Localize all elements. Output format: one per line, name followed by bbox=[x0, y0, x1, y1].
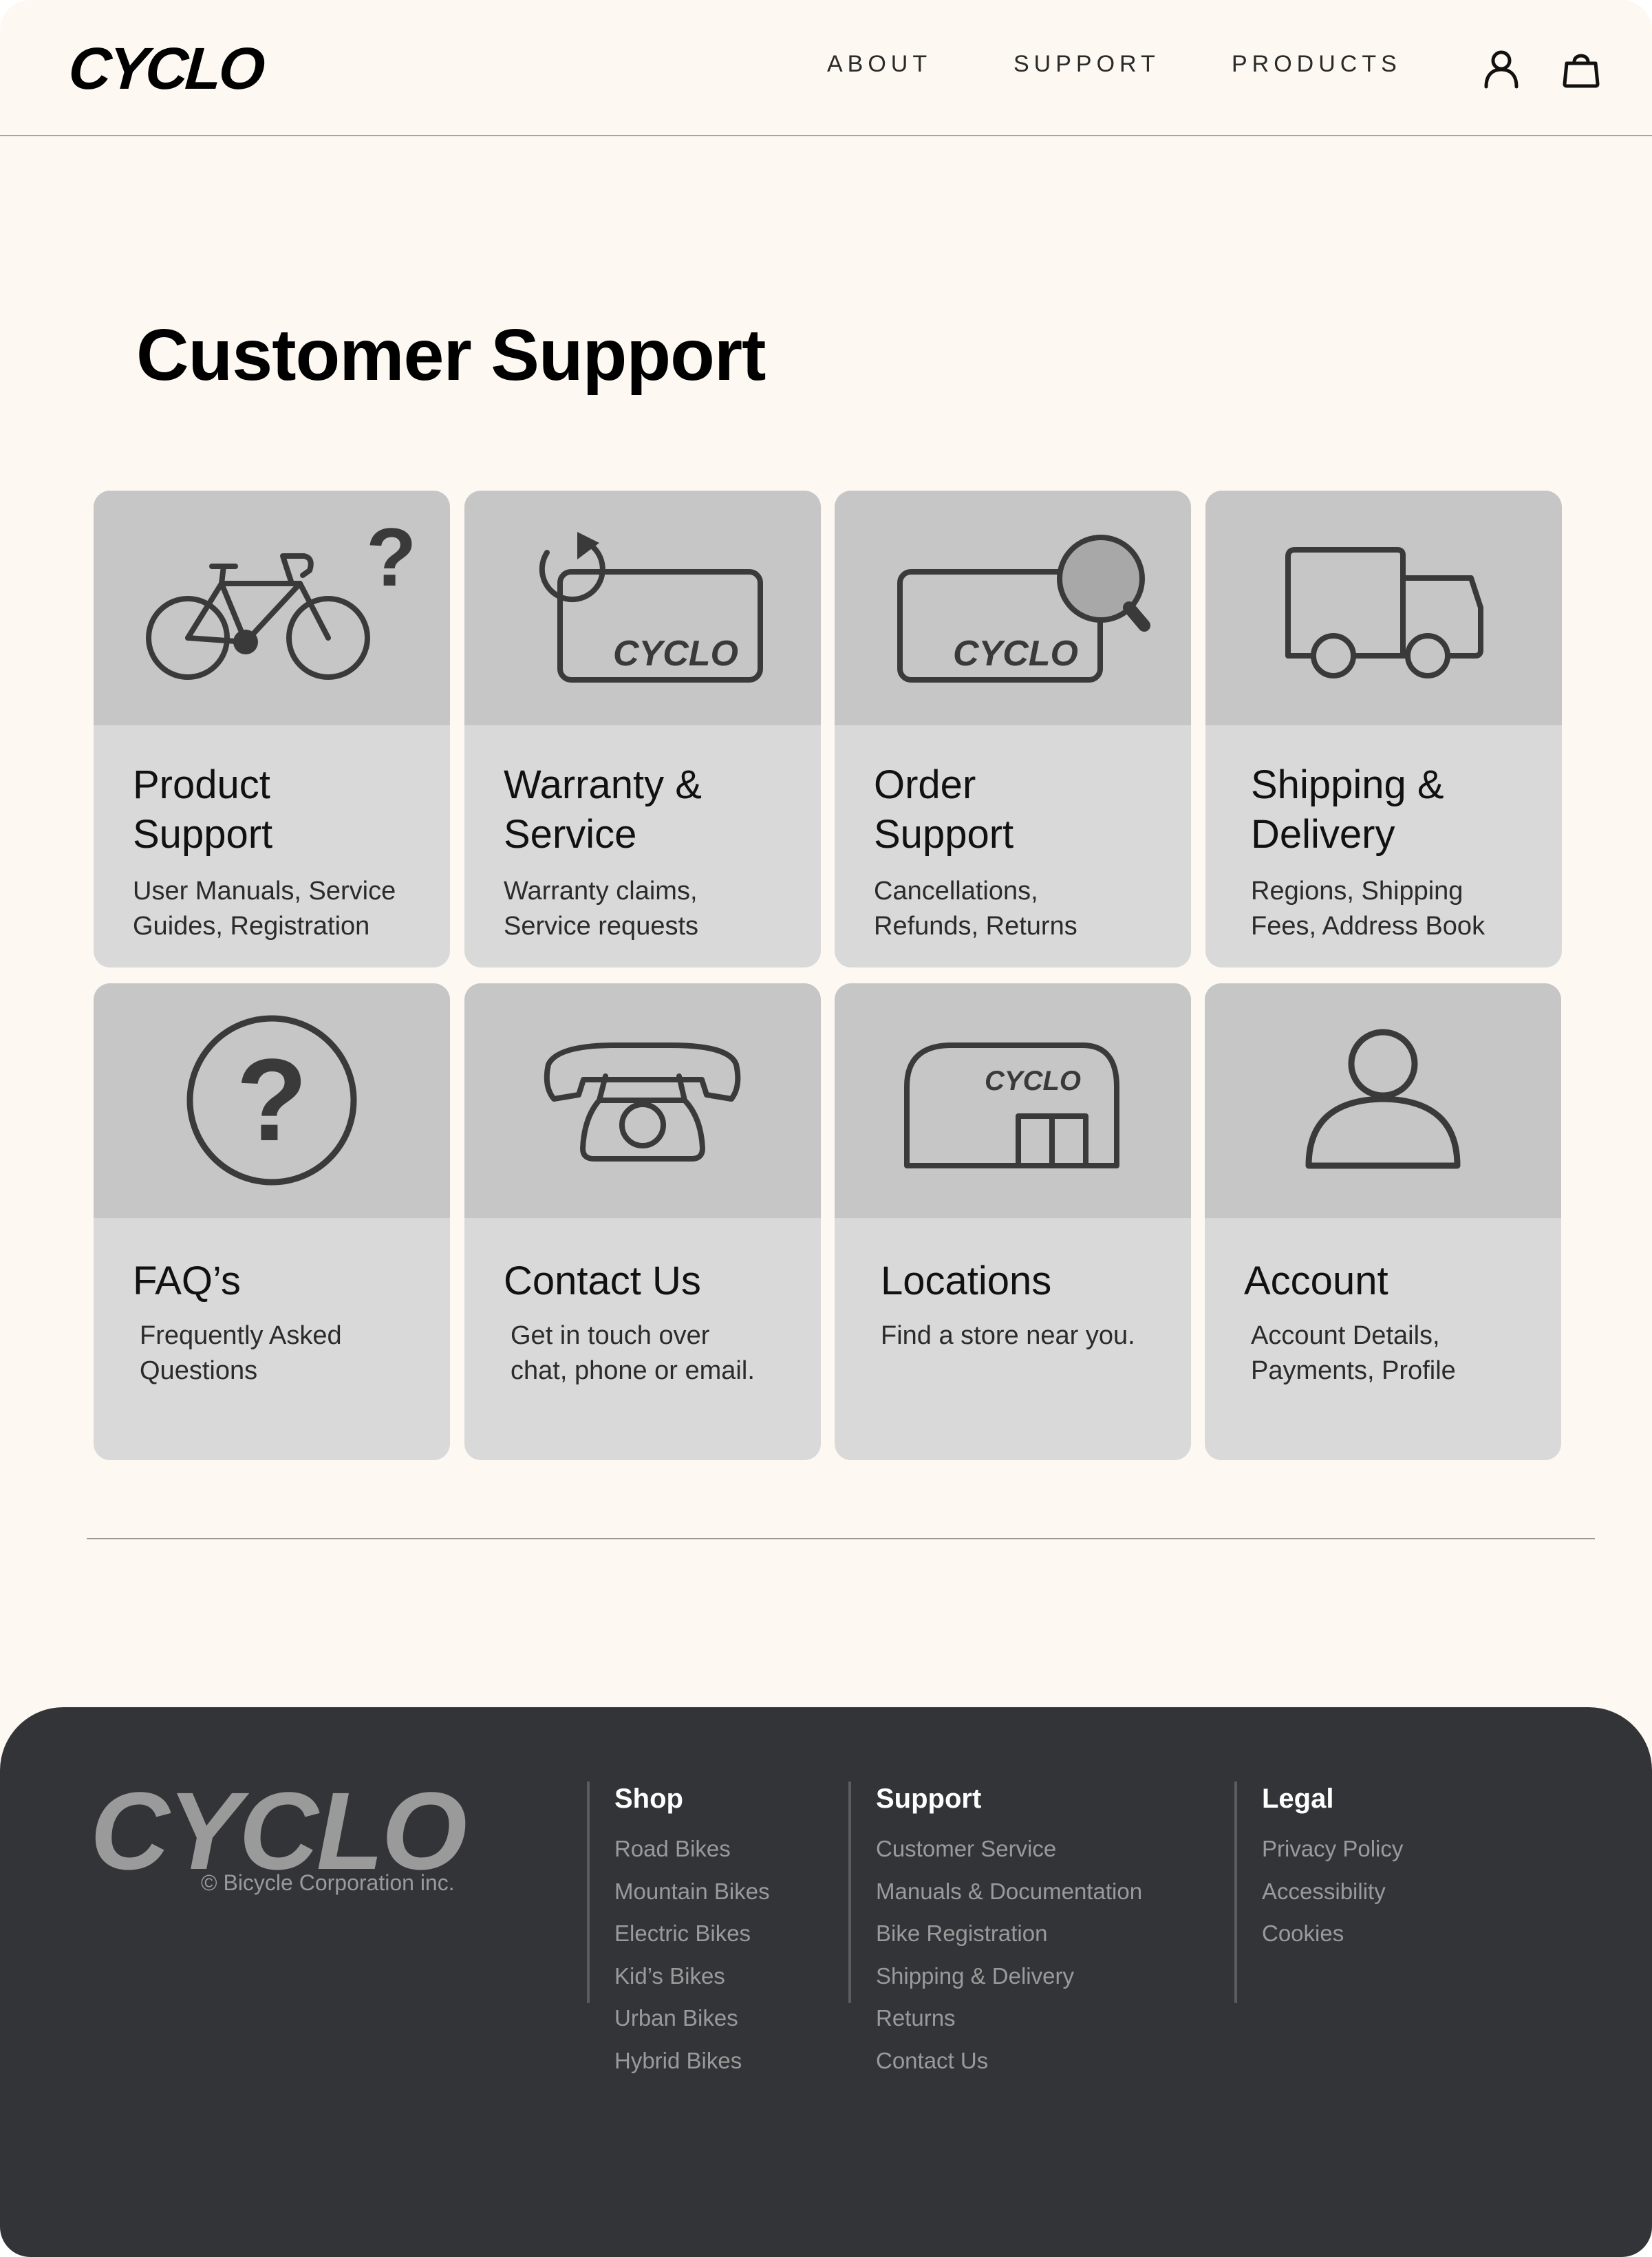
telephone-icon bbox=[544, 1042, 741, 1162]
card-order-support[interactable]: CYCLO Order Support Cancellations, Refun… bbox=[835, 491, 1191, 967]
card-title: FAQ’s bbox=[133, 1259, 241, 1303]
svg-text:?: ? bbox=[236, 1035, 308, 1166]
footer-link[interactable]: Road Bikes bbox=[614, 1836, 731, 1861]
site-footer: CYCLO © Bicycle Corporation inc. Shop Ro… bbox=[0, 1707, 1652, 2257]
shopping-bag-icon[interactable] bbox=[1560, 48, 1602, 89]
card-description: Cancellations, Refunds, Returns bbox=[874, 877, 1077, 941]
truck-icon bbox=[1285, 547, 1483, 678]
support-page: CYCLO ABOUT SUPPORT PRODUCTS Customer Su… bbox=[0, 0, 1652, 2257]
footer-link[interactable]: Cookies bbox=[1262, 1921, 1344, 1946]
footer-link[interactable]: Mountain Bikes bbox=[614, 1879, 770, 1904]
question-circle-icon: ? bbox=[186, 1015, 357, 1186]
card-title: Account bbox=[1244, 1259, 1388, 1303]
svg-text:CYCLO: CYCLO bbox=[985, 1066, 1081, 1096]
card-contact-us[interactable]: Contact Us Get in touch over chat, phone… bbox=[464, 983, 821, 1460]
footer-link[interactable]: Bike Registration bbox=[876, 1921, 1047, 1946]
nav-about[interactable]: ABOUT bbox=[827, 51, 932, 78]
footer-link[interactable]: Privacy Policy bbox=[1262, 1836, 1403, 1861]
card-title: Warranty & Service bbox=[504, 762, 702, 857]
card-account[interactable]: Account Account Details, Payments, Profi… bbox=[1205, 983, 1561, 1460]
footer-column-legal: Legal Privacy Policy Accessibility Cooki… bbox=[1234, 1782, 1403, 2003]
card-warranty-service[interactable]: CYCLO Warranty & Service Warranty claims… bbox=[464, 491, 821, 967]
card-title: Contact Us bbox=[504, 1259, 701, 1303]
card-search-icon: CYCLO bbox=[897, 535, 1150, 683]
card-description: Find a store near you. bbox=[881, 1321, 1135, 1350]
footer-copyright: © Bicycle Corporation inc. bbox=[201, 1870, 455, 1895]
footer-column-support: Support Customer Service Manuals & Docum… bbox=[848, 1782, 1142, 2073]
card-description: User Manuals, Service Guides, Registrati… bbox=[133, 877, 396, 941]
account-icon[interactable] bbox=[1481, 48, 1522, 89]
site-header: CYCLO ABOUT SUPPORT PRODUCTS bbox=[0, 0, 1652, 136]
card-shipping-delivery[interactable]: Shipping & Delivery Regions, Shipping Fe… bbox=[1205, 491, 1562, 967]
card-title: Locations bbox=[881, 1259, 1052, 1303]
svg-text:CYCLO: CYCLO bbox=[953, 634, 1078, 674]
card-description: Account Details, Payments, Profile bbox=[1251, 1321, 1456, 1385]
site-logo[interactable]: CYCLO bbox=[67, 34, 265, 103]
card-image-area: CYCLO bbox=[835, 491, 1191, 725]
footer-heading: Legal bbox=[1262, 1784, 1334, 1814]
footer-heading: Shop bbox=[614, 1784, 683, 1814]
footer-logo: CYCLO bbox=[90, 1769, 467, 1892]
footer-link[interactable]: Customer Service bbox=[876, 1836, 1056, 1861]
card-description: Get in touch over chat, phone or email. bbox=[511, 1321, 755, 1385]
footer-link[interactable]: Manuals & Documentation bbox=[876, 1879, 1142, 1904]
footer-heading: Support bbox=[876, 1784, 982, 1814]
store-icon: CYCLO bbox=[904, 1042, 1119, 1168]
card-description: Frequently Asked Questions bbox=[140, 1321, 342, 1385]
card-refresh-icon: CYCLO bbox=[539, 532, 763, 683]
section-divider bbox=[87, 1538, 1595, 1539]
footer-link[interactable]: Urban Bikes bbox=[614, 2005, 738, 2031]
footer-link[interactable]: Shipping & Delivery bbox=[876, 1963, 1074, 1989]
card-image-area bbox=[1205, 983, 1561, 1218]
svg-text:?: ? bbox=[366, 511, 416, 603]
footer-link[interactable]: Returns bbox=[876, 2005, 956, 2031]
card-title: Shipping & Delivery bbox=[1251, 762, 1444, 857]
card-image-area: ? bbox=[94, 491, 450, 725]
card-locations[interactable]: CYCLO Locations Find a store near you. bbox=[835, 983, 1191, 1460]
footer-link[interactable]: Electric Bikes bbox=[614, 1921, 751, 1946]
page-title: Customer Support bbox=[136, 314, 766, 396]
footer-link[interactable]: Contact Us bbox=[876, 2048, 988, 2073]
card-image-area: ? bbox=[94, 983, 450, 1218]
footer-link[interactable]: Accessibility bbox=[1262, 1879, 1386, 1904]
card-title: Product Support bbox=[133, 762, 273, 857]
svg-text:CYCLO: CYCLO bbox=[613, 634, 738, 674]
card-image-area bbox=[1205, 491, 1562, 725]
footer-link[interactable]: Kid’s Bikes bbox=[614, 1963, 725, 1989]
card-product-support[interactable]: ? Product Support User Manuals, Service … bbox=[94, 491, 450, 967]
footer-column-shop: Shop Road Bikes Mountain Bikes Electric … bbox=[587, 1782, 770, 2073]
card-faqs[interactable]: ? FAQ’s Frequently Asked Questions bbox=[94, 983, 450, 1460]
nav-support[interactable]: SUPPORT bbox=[1013, 51, 1160, 78]
card-image-area: CYCLO bbox=[464, 491, 821, 725]
nav-products[interactable]: PRODUCTS bbox=[1232, 51, 1402, 78]
card-title: Order Support bbox=[874, 762, 1014, 857]
card-description: Warranty claims, Service requests bbox=[504, 877, 699, 941]
bicycle-question-icon: ? bbox=[146, 511, 416, 680]
card-image-area: CYCLO bbox=[835, 983, 1191, 1218]
card-description: Regions, Shipping Fees, Address Book bbox=[1251, 877, 1485, 941]
person-icon bbox=[1305, 1029, 1461, 1169]
footer-link[interactable]: Hybrid Bikes bbox=[614, 2048, 742, 2073]
card-image-area bbox=[464, 983, 821, 1218]
